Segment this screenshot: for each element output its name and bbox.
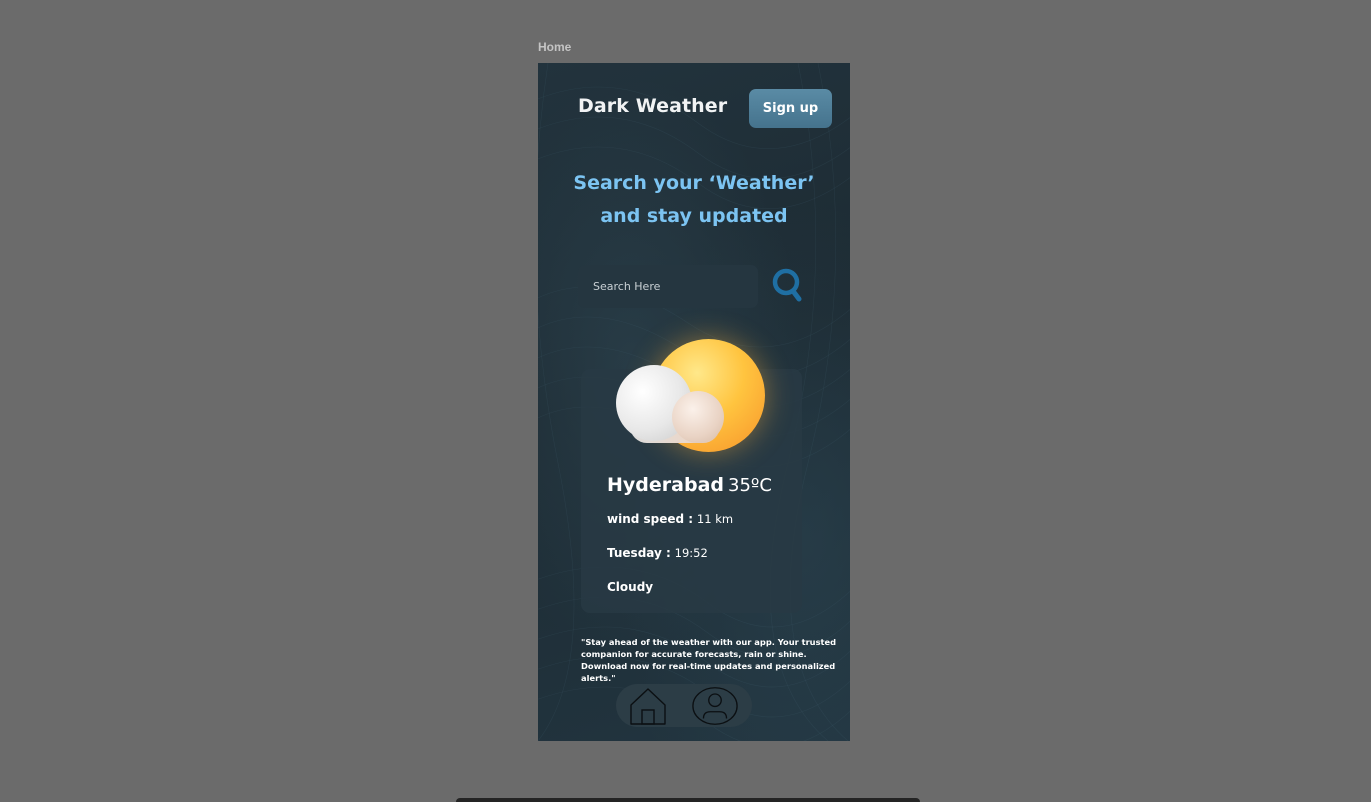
phone-screen: Dark Weather Sign up Search your ‘Weathe… [538, 63, 850, 741]
profile-icon [692, 686, 738, 725]
condition-row: Cloudy [607, 580, 653, 594]
app-title: Dark Weather [578, 95, 728, 117]
wind-speed-row: wind speed : 11 km [607, 512, 733, 526]
hero-line-2: and stay updated [600, 205, 788, 227]
signup-button[interactable]: Sign up [749, 89, 832, 128]
wind-speed-label: wind speed : [607, 512, 694, 526]
nav-home-button[interactable] [624, 684, 672, 727]
city-temperature: Hyderabad 35ºC [607, 474, 772, 496]
bottom-toolbar-edge [456, 798, 920, 802]
nav-profile-button[interactable] [691, 684, 739, 727]
datetime-row: Tuesday : 19:52 [607, 546, 708, 560]
cloud-shape-right [672, 391, 724, 443]
home-icon [630, 687, 666, 725]
time-value: 19:52 [674, 546, 708, 560]
day-label: Tuesday : [607, 546, 671, 560]
partly-cloudy-icon [612, 333, 768, 457]
temperature-value: 35ºC [728, 475, 772, 496]
city-name: Hyderabad [607, 474, 724, 496]
search-button[interactable] [770, 265, 806, 305]
weather-condition: Cloudy [607, 580, 654, 594]
search-icon [772, 268, 802, 302]
app-tagline: "Stay ahead of the weather with our app.… [581, 637, 837, 683]
hero-line-1: Search your ‘Weather’ [573, 172, 815, 194]
wind-speed-value: 11 km [696, 512, 734, 526]
frame-label: Home [538, 40, 572, 54]
hero-heading: Search your ‘Weather’ and stay updated [558, 167, 830, 233]
bottom-nav [616, 684, 752, 727]
search-input[interactable] [578, 265, 758, 308]
